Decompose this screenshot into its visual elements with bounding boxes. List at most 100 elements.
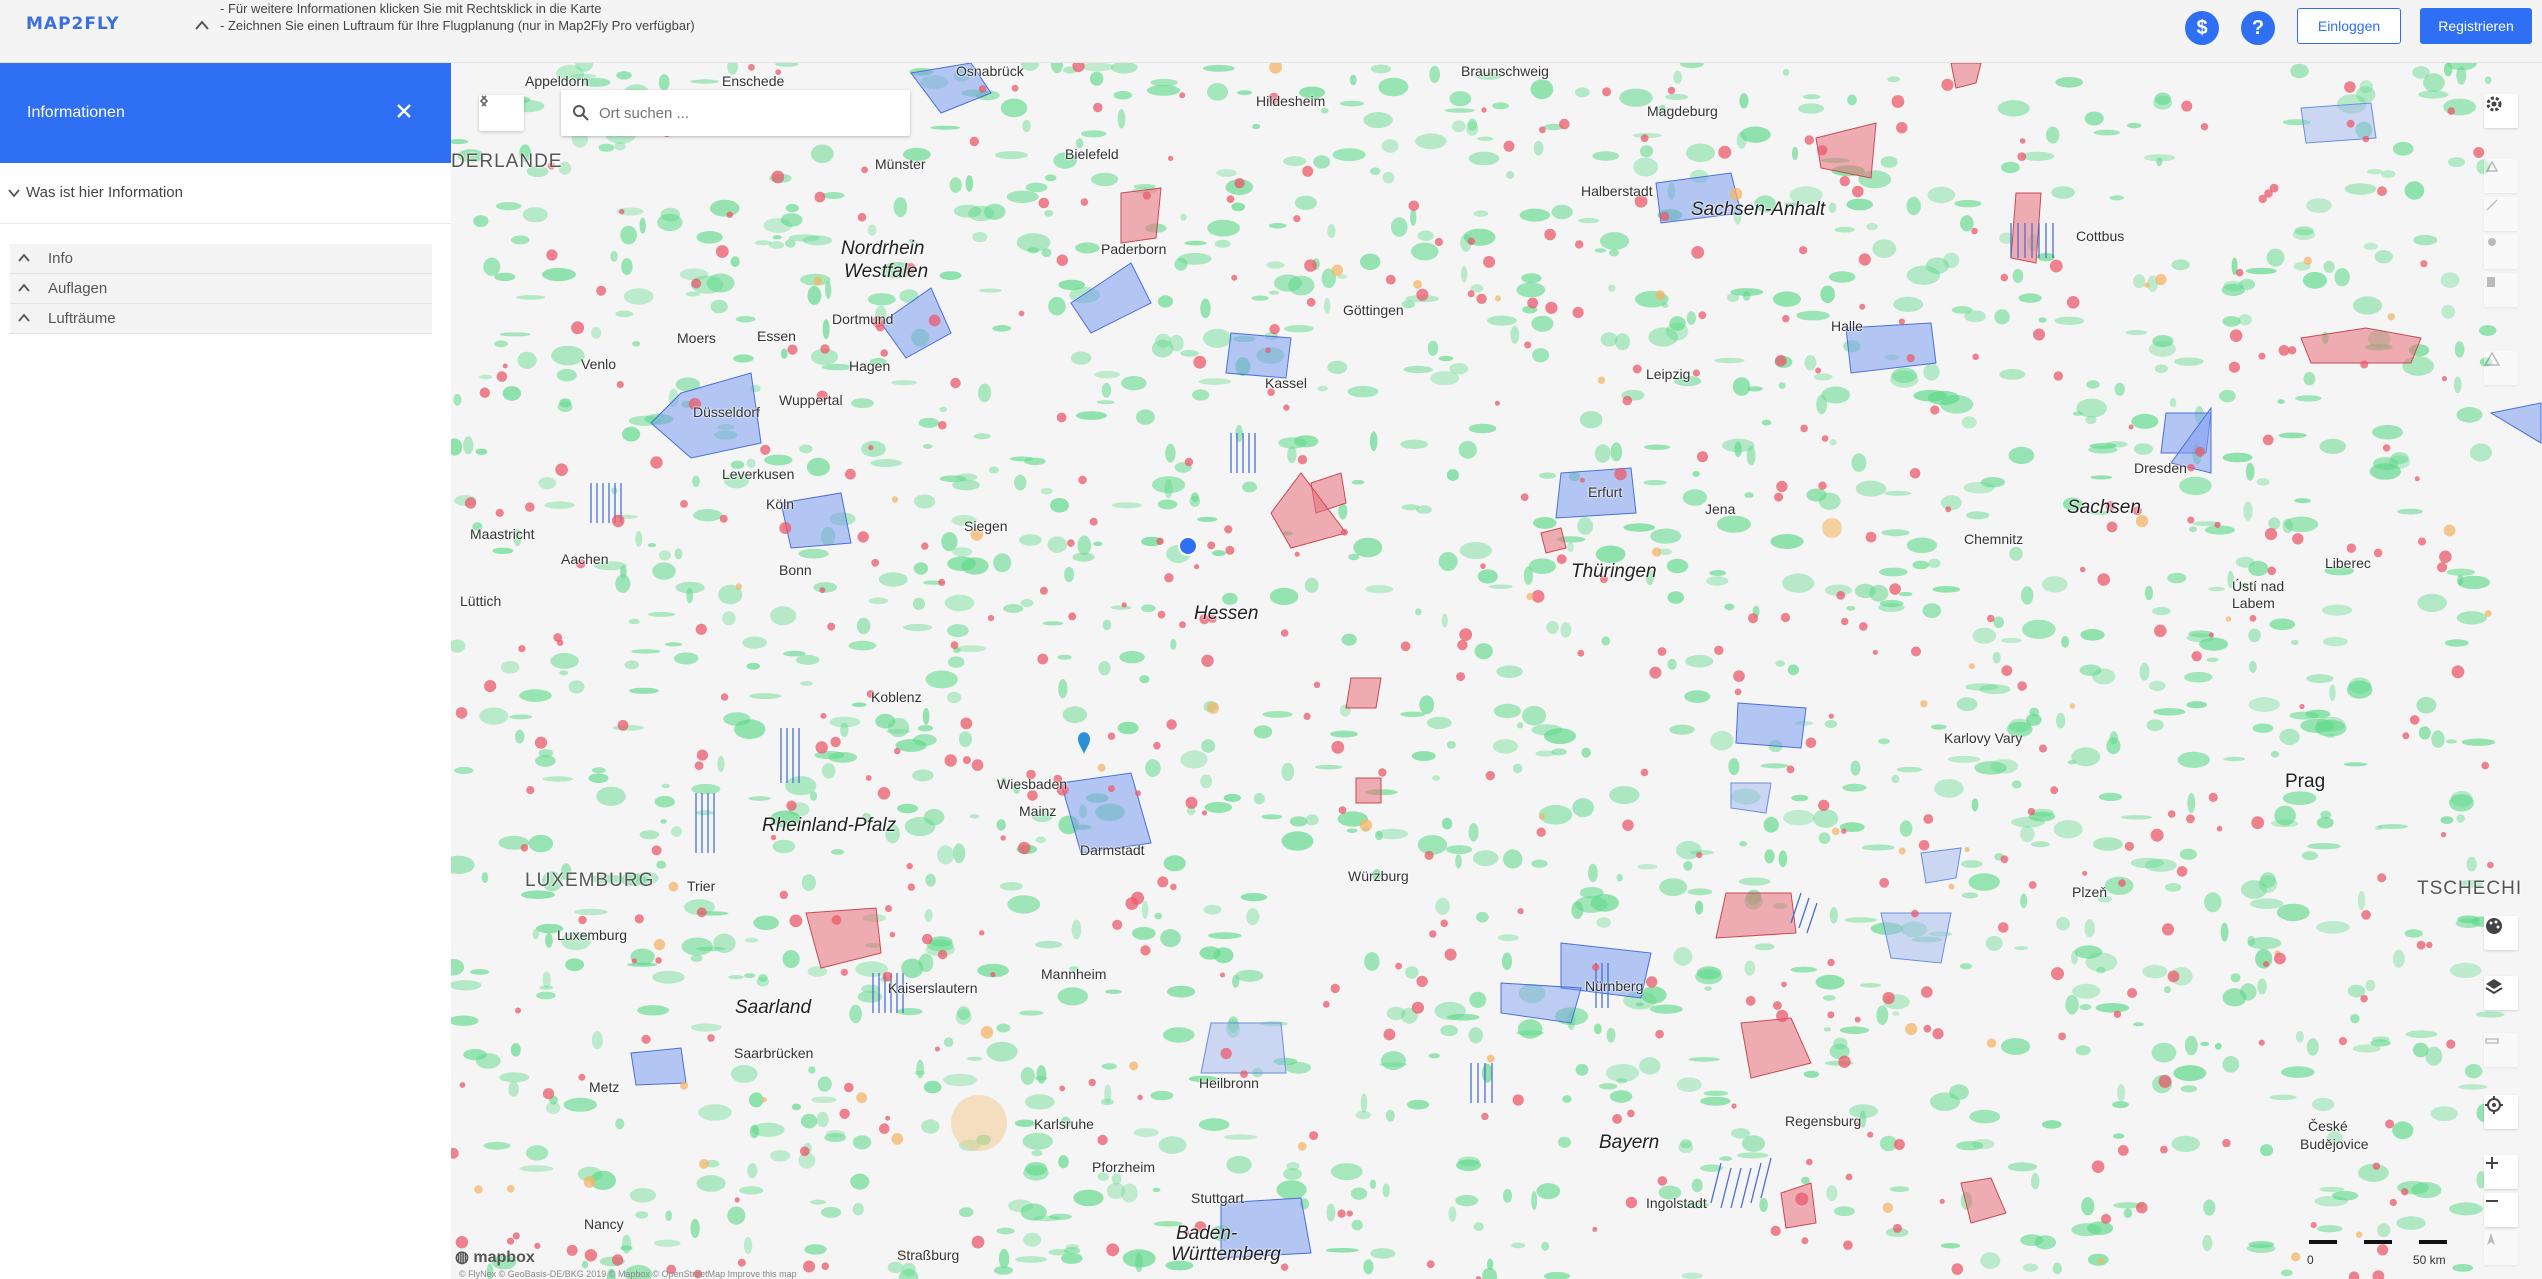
controlled-zone	[1822, 518, 1842, 538]
airfield-dot	[1231, 274, 1238, 281]
airfield-dot	[1194, 564, 1200, 570]
green-area	[1473, 1222, 1484, 1231]
green-area	[821, 763, 836, 779]
green-area	[897, 803, 918, 814]
green-area	[1728, 758, 1740, 776]
green-area	[1828, 202, 1837, 213]
green-area	[1468, 151, 1500, 166]
chevron-right-icon[interactable]	[479, 95, 489, 107]
green-area	[1854, 583, 1876, 599]
airfield-dot	[1845, 1173, 1853, 1181]
place-label: Hessen	[1194, 603, 1259, 624]
map-attribution[interactable]: © FlyNex © GeoBasis-DE/BKG 2019 © Mapbox…	[459, 1269, 797, 1279]
green-area	[2258, 875, 2278, 893]
green-area	[996, 1023, 1011, 1033]
green-area	[1080, 130, 1107, 138]
green-area	[1071, 919, 1082, 940]
airfield-dot	[1948, 883, 1955, 890]
login-button[interactable]: Einloggen	[2297, 8, 2401, 44]
green-area	[1410, 209, 1417, 227]
green-area	[1940, 495, 1962, 511]
register-button[interactable]: Registrieren	[2420, 8, 2532, 44]
airfield-dot	[2053, 371, 2063, 381]
green-area	[1533, 517, 1557, 529]
draw-polygon-button[interactable]	[2484, 159, 2518, 193]
green-area	[800, 1113, 818, 1129]
settings-button[interactable]	[2484, 94, 2518, 128]
green-area	[804, 1244, 827, 1255]
green-area	[463, 436, 474, 455]
airfield-dot	[962, 756, 971, 765]
green-area	[1531, 859, 1548, 868]
airfield-dot	[2000, 273, 2009, 282]
green-area	[1574, 87, 1590, 98]
airfield-dot	[1280, 629, 1289, 637]
top-bar: MAP2FLY - Für weitere Informationen klic…	[0, 0, 2542, 63]
mapbox-logo[interactable]: ◍ mapbox	[455, 1247, 535, 1267]
airfield-dot	[1839, 176, 1851, 187]
airfield-dot	[2097, 1257, 2105, 1264]
restricted-zone	[1715, 892, 1797, 939]
airfield-dot	[1882, 1202, 1894, 1213]
green-area	[941, 532, 958, 552]
zoom-out-button[interactable]	[2484, 1193, 2518, 1227]
airfield-dot	[515, 1007, 521, 1014]
green-area	[2204, 892, 2222, 913]
airfield-dot	[1841, 617, 1849, 626]
green-area	[1447, 1013, 1480, 1021]
airfield-dot	[1512, 1094, 1524, 1106]
place-search[interactable]	[561, 90, 910, 136]
green-area	[1623, 523, 1655, 532]
measure-button[interactable]	[2484, 1033, 2518, 1067]
section-auflagen[interactable]: Auflagen	[10, 274, 432, 304]
warning-button[interactable]	[2484, 351, 2518, 385]
green-area	[2179, 848, 2197, 860]
app-logo[interactable]: MAP2FLY	[26, 14, 119, 34]
airfield-dot	[1657, 647, 1667, 656]
airfield-dot	[1395, 962, 1402, 970]
airfield-dot	[2414, 476, 2420, 482]
airfield-dot	[969, 136, 979, 147]
green-area	[1376, 828, 1409, 840]
airfield-dot	[1037, 653, 1049, 665]
airfield-dot	[2208, 792, 2218, 803]
airfield-dot	[1782, 315, 1790, 323]
info-question-toggle[interactable]: Was ist hier Information	[8, 184, 183, 201]
history-nav[interactable]	[479, 95, 524, 131]
green-area	[1213, 947, 1234, 964]
green-area	[1659, 878, 1688, 896]
draw-point-button[interactable]	[2484, 235, 2518, 269]
green-area	[2396, 1216, 2426, 1230]
airfield-dot	[2017, 681, 2027, 691]
green-area	[2484, 76, 2492, 84]
green-area	[1887, 76, 1901, 83]
airfield-dot	[1691, 246, 1705, 259]
section-luftraeume[interactable]: Lufträume	[10, 304, 432, 334]
green-area	[610, 250, 618, 262]
pricing-button[interactable]: $	[2185, 11, 2219, 45]
zoom-in-button[interactable]	[2484, 1155, 2518, 1189]
delete-button[interactable]	[2484, 273, 2518, 307]
marker-icon	[2488, 238, 2496, 246]
airfield-dot	[1385, 274, 1396, 285]
style-button[interactable]	[2484, 916, 2518, 950]
airspace-zone	[1735, 702, 1807, 749]
airfield-dot	[495, 508, 504, 517]
section-info[interactable]: Info	[10, 244, 432, 274]
polygon-icon	[2485, 160, 2499, 172]
green-area	[2479, 325, 2497, 336]
close-icon[interactable]	[393, 100, 415, 122]
airfield-dot	[2440, 831, 2447, 838]
chevron-up-icon[interactable]	[194, 18, 210, 32]
layers-button[interactable]	[2484, 976, 2518, 1010]
green-area	[565, 958, 584, 972]
green-area	[454, 766, 474, 775]
help-button[interactable]: ?	[2241, 11, 2275, 45]
green-area	[1075, 242, 1100, 254]
green-area	[2250, 898, 2284, 909]
compass-button[interactable]	[2484, 1231, 2518, 1265]
draw-line-button[interactable]	[2484, 197, 2518, 231]
locate-button[interactable]	[2484, 1095, 2518, 1129]
map-canvas[interactable]: Appeldorn Enschede Osnabrück Braunschweig Hi…	[451, 63, 2542, 1279]
search-input[interactable]	[597, 103, 887, 123]
